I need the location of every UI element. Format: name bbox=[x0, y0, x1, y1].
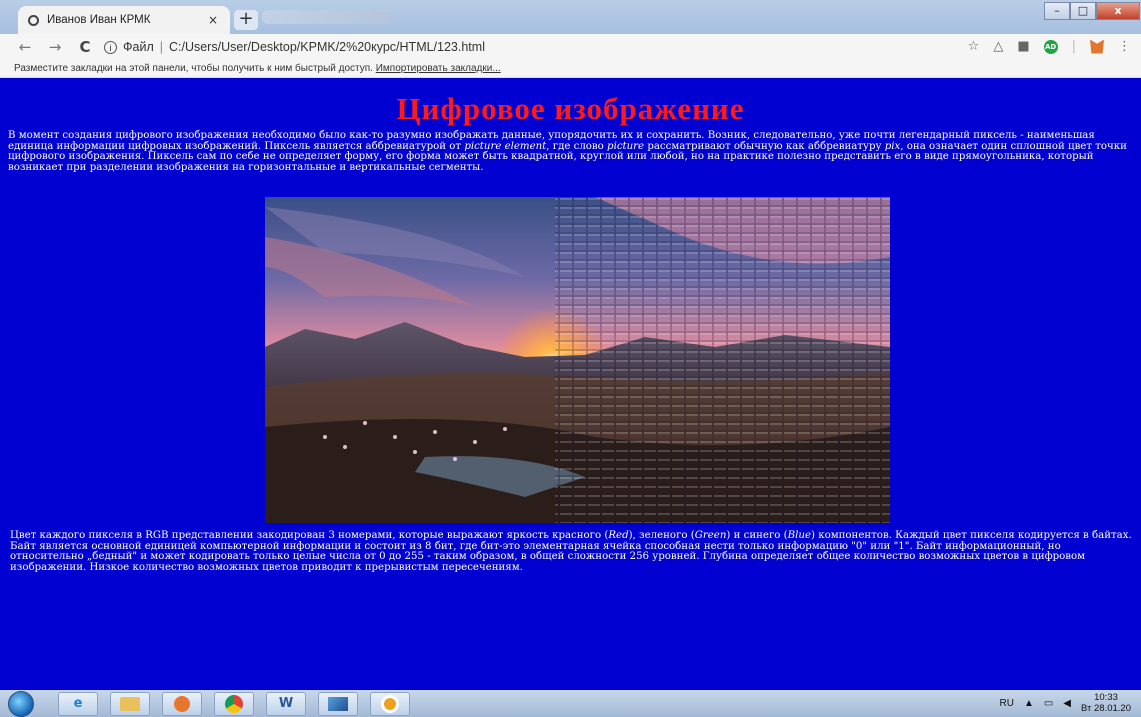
minimize-button[interactable]: – bbox=[1044, 2, 1070, 20]
page-title: Цифровое изображение bbox=[396, 91, 745, 126]
text-run: ), зеленого ( bbox=[628, 530, 695, 541]
intro-paragraph: В момент создания цифрового изображения … bbox=[6, 130, 1135, 173]
drive-icon[interactable]: △ bbox=[993, 39, 1003, 54]
close-window-button[interactable]: x bbox=[1096, 2, 1140, 20]
browser-toolbar: ← → C i Файл | C:/Users/User/Desktop/KPM… bbox=[0, 34, 1141, 60]
star-icon[interactable]: ☆ bbox=[968, 39, 980, 54]
info-icon[interactable]: i bbox=[104, 40, 117, 54]
adblock-icon[interactable]: AD bbox=[1043, 39, 1058, 54]
scheme-label: Файл bbox=[123, 40, 154, 54]
tab-strip: Иванов Иван КРМК × + – □ x bbox=[0, 0, 1141, 34]
chrome-icon[interactable] bbox=[214, 691, 254, 716]
browser-tab[interactable]: Иванов Иван КРМК × bbox=[18, 6, 230, 34]
chrome-canary-icon[interactable] bbox=[370, 691, 410, 716]
rgb-paragraph: Цвет каждого пикселя в RGB представлении… bbox=[8, 530, 1137, 573]
page-content: Цифровое изображение В момент создания ц… bbox=[6, 79, 1135, 690]
system-tray: RU ▲ ▭ ◀ 10:33 Вт 28.01.20 bbox=[999, 692, 1131, 714]
text-run: picture element bbox=[464, 140, 547, 152]
tab-close-icon[interactable]: × bbox=[208, 13, 218, 27]
text-run: picture bbox=[607, 140, 645, 152]
reload-button[interactable]: C bbox=[74, 38, 96, 56]
url-text[interactable]: C:/Users/User/Desktop/KPMK/2%20курс/HTML… bbox=[169, 40, 485, 54]
address-separator: | bbox=[159, 40, 163, 54]
bookmarks-prompt: Разместите закладки на этой панели, чтоб… bbox=[14, 63, 373, 74]
text-run: Цвет каждого пикселя в RGB представлении… bbox=[10, 530, 609, 541]
explorer-icon[interactable] bbox=[110, 691, 150, 716]
clock[interactable]: 10:33 Вт 28.01.20 bbox=[1081, 692, 1131, 714]
maximize-button[interactable]: □ bbox=[1070, 2, 1096, 20]
language-indicator[interactable]: RU bbox=[999, 698, 1013, 709]
background-window-tab bbox=[262, 10, 392, 24]
tab-title: Иванов Иван КРМК bbox=[47, 14, 151, 26]
start-button[interactable] bbox=[8, 690, 34, 717]
text-run: pix bbox=[884, 140, 901, 152]
app-icon[interactable] bbox=[318, 691, 358, 716]
toolbar-icons: ☆ △ ■ AD | ⋮ bbox=[968, 39, 1131, 54]
text-run: , где слово bbox=[546, 140, 608, 152]
text-run: рассматривают обычную как аббревиатуру bbox=[644, 140, 885, 152]
menu-icon[interactable]: ⋮ bbox=[1118, 39, 1131, 54]
show-hidden-icons-icon[interactable]: ▲ bbox=[1024, 698, 1034, 709]
address-bar[interactable]: i Файл | C:/Users/User/Desktop/KPMK/2%20… bbox=[104, 40, 485, 54]
windows-taskbar: e W RU ▲ ▭ ◀ 10:33 Вт 28.01.20 bbox=[0, 690, 1141, 717]
word-icon[interactable]: W bbox=[266, 691, 306, 716]
sunset-pixelated-photo bbox=[265, 197, 890, 523]
clock-date: Вт 28.01.20 bbox=[1081, 703, 1131, 714]
text-run: Red bbox=[608, 530, 629, 541]
page-favicon-icon bbox=[28, 14, 39, 26]
back-button[interactable]: ← bbox=[14, 38, 36, 56]
forward-button[interactable]: → bbox=[44, 38, 66, 56]
toolbar-divider: | bbox=[1071, 39, 1076, 54]
fox-icon[interactable] bbox=[1090, 39, 1104, 54]
new-tab-button[interactable]: + bbox=[234, 10, 258, 30]
camera-icon[interactable]: ■ bbox=[1017, 39, 1029, 54]
clock-time: 10:33 bbox=[1094, 692, 1118, 703]
text-run: Blue bbox=[787, 530, 811, 541]
ie-icon[interactable]: e bbox=[58, 691, 98, 716]
text-run: ) и синего ( bbox=[726, 530, 788, 541]
volume-icon[interactable]: ◀ bbox=[1063, 698, 1071, 709]
media-player-icon[interactable] bbox=[162, 691, 202, 716]
window-controls: – □ x bbox=[1044, 2, 1140, 20]
bookmarks-bar: Разместите закладки на этой панели, чтоб… bbox=[0, 60, 1141, 78]
network-icon[interactable]: ▭ bbox=[1044, 698, 1053, 709]
import-bookmarks-link[interactable]: Импортировать закладки... bbox=[376, 63, 501, 74]
text-run: Green bbox=[694, 530, 727, 541]
